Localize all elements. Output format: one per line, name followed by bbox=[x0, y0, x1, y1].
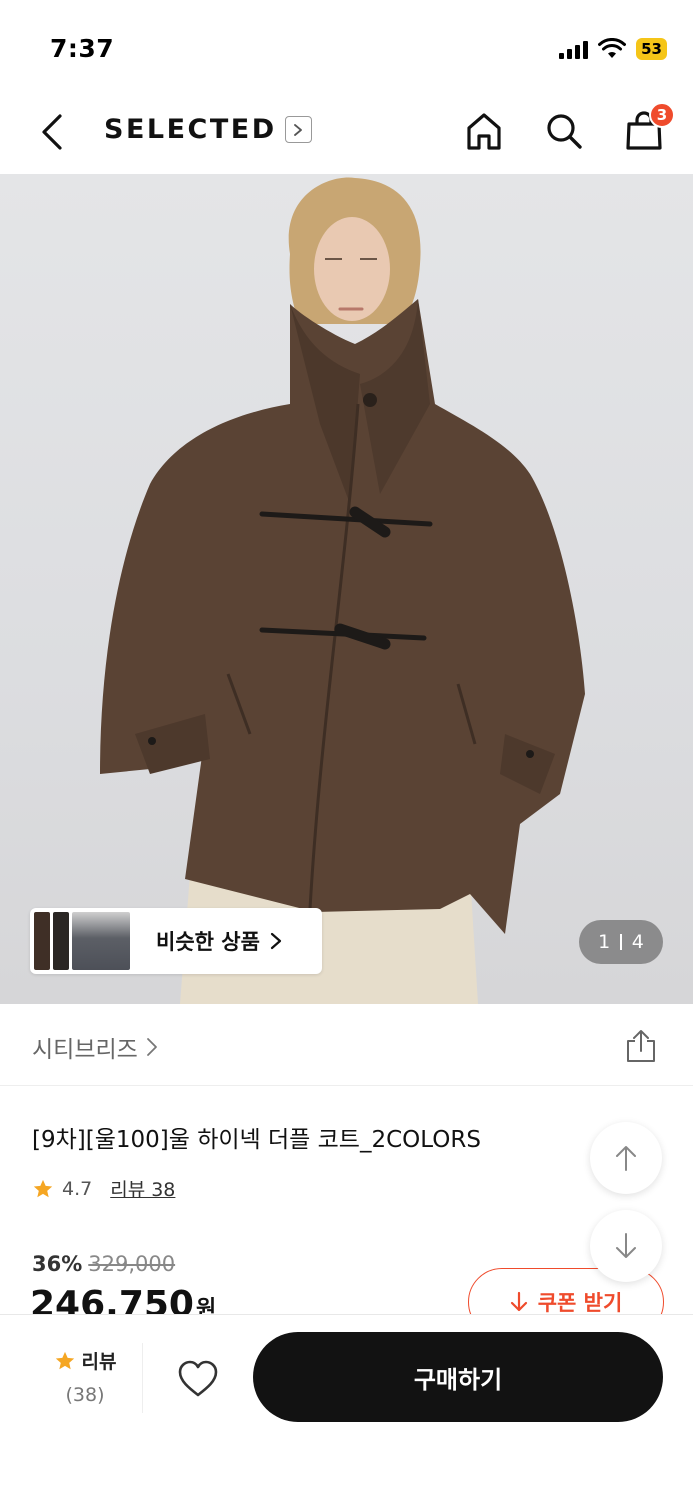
product-title: [9차][울100]울 하이넥 더플 코트_2COLORS bbox=[32, 1127, 481, 1153]
home-icon bbox=[467, 113, 501, 150]
heart-icon bbox=[178, 1360, 218, 1397]
brand-link[interactable]: SELECTED bbox=[104, 114, 312, 145]
bottom-action-bar: 리뷰 (38) 구매하기 bbox=[0, 1314, 693, 1500]
wifi-icon bbox=[598, 38, 627, 58]
review-link[interactable]: 리뷰 38 bbox=[110, 1175, 175, 1202]
review-summary-top: 리뷰 bbox=[30, 1347, 140, 1374]
chevron-right-icon bbox=[284, 116, 312, 143]
arrow-up-icon bbox=[616, 1146, 636, 1171]
cart-button[interactable]: 3 bbox=[621, 102, 675, 154]
battery-indicator: 53 bbox=[636, 38, 667, 60]
home-button[interactable] bbox=[461, 108, 507, 154]
share-icon bbox=[627, 1030, 655, 1062]
cellular-signal-icon bbox=[559, 39, 589, 59]
wishlist-button[interactable] bbox=[172, 1353, 224, 1405]
discount-row: 36% 329,000 bbox=[32, 1252, 175, 1276]
app-header: SELECTED 3 bbox=[0, 90, 693, 174]
product-photo bbox=[100, 177, 585, 1004]
similar-thumbnail bbox=[53, 912, 69, 970]
download-arrow-icon bbox=[510, 1291, 527, 1312]
scroll-to-bottom-button[interactable] bbox=[590, 1210, 662, 1282]
rating-value: 4.7 bbox=[62, 1177, 93, 1200]
scroll-to-top-button[interactable] bbox=[590, 1122, 662, 1194]
image-pager: 1 4 bbox=[579, 920, 663, 964]
status-icons: 53 bbox=[559, 38, 667, 60]
chevron-right-icon bbox=[146, 1038, 157, 1056]
store-row: 시티브리즈 bbox=[0, 1004, 693, 1086]
buy-button[interactable]: 구매하기 bbox=[253, 1332, 663, 1422]
review-summary-label: 리뷰 bbox=[81, 1351, 117, 1373]
search-icon bbox=[547, 114, 582, 149]
cart-count-badge: 3 bbox=[649, 102, 675, 128]
similar-thumbnail bbox=[34, 912, 50, 970]
brand-name: SELECTED bbox=[104, 114, 277, 145]
search-button[interactable] bbox=[541, 108, 587, 154]
product-image-carousel[interactable]: 비슷한 상품 1 4 bbox=[0, 174, 693, 1004]
star-icon bbox=[33, 1179, 53, 1197]
similar-thumbnails bbox=[34, 912, 130, 970]
discount-rate: 36% bbox=[32, 1252, 83, 1276]
similar-products-button[interactable]: 비슷한 상품 bbox=[30, 908, 322, 974]
similar-products-label: 비슷한 상품 bbox=[156, 930, 260, 954]
arrow-down-icon bbox=[616, 1233, 636, 1258]
coupon-label: 쿠폰 받기 bbox=[537, 1291, 623, 1315]
store-link[interactable]: 시티브리즈 bbox=[32, 1030, 158, 1064]
review-summary-count: (38) bbox=[65, 1384, 105, 1406]
chevron-left-icon bbox=[42, 114, 62, 150]
share-button[interactable] bbox=[623, 1028, 659, 1064]
back-button[interactable] bbox=[30, 110, 74, 154]
store-name: 시티브리즈 bbox=[32, 1037, 138, 1063]
pager-total: 4 bbox=[631, 931, 644, 953]
similar-thumbnail bbox=[72, 912, 130, 970]
pager-separator bbox=[620, 934, 622, 950]
star-icon bbox=[55, 1351, 74, 1369]
original-price: 329,000 bbox=[88, 1252, 176, 1276]
status-bar: 7:37 53 bbox=[0, 0, 693, 90]
review-summary-button[interactable]: 리뷰 (38) bbox=[30, 1347, 140, 1406]
chevron-right-icon bbox=[270, 932, 282, 950]
divider bbox=[142, 1343, 143, 1413]
rating-row: 4.7 리뷰 38 bbox=[32, 1175, 175, 1202]
pager-current: 1 bbox=[598, 931, 611, 953]
header-actions: 3 bbox=[461, 102, 675, 154]
status-time: 7:37 bbox=[50, 34, 115, 63]
